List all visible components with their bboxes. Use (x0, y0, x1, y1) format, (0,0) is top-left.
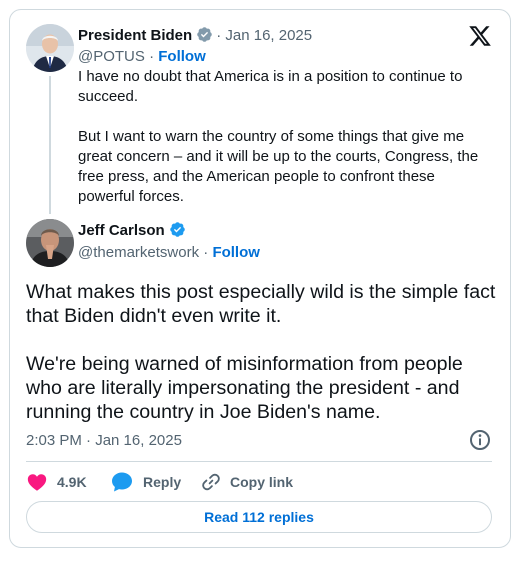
tweet-paragraph: I have no doubt that America is in a pos… (78, 68, 463, 105)
tweet-paragraph: What makes this post especially wild is … (26, 281, 496, 327)
main-tweet-text: What makes this post especially wild is … (26, 280, 496, 424)
info-icon[interactable] (468, 428, 492, 452)
tweet-date[interactable]: Jan 16, 2025 (225, 27, 312, 44)
verified-badge-icon (197, 27, 212, 42)
main-tweet-header: Jeff Carlson (78, 221, 189, 241)
read-replies-label: Read 112 replies (204, 509, 314, 525)
separator-dot: · (149, 48, 155, 65)
reply-button[interactable]: Reply (110, 469, 181, 495)
tweet-timestamp[interactable]: 2:03 PM · Jan 16, 2025 (26, 431, 182, 451)
copy-link-label: Copy link (230, 474, 294, 490)
avatar-jeff-carlson[interactable] (26, 219, 74, 267)
x-logo-icon[interactable] (468, 24, 492, 48)
copy-link-button[interactable]: Copy link (200, 469, 293, 495)
separator-dot: · (203, 244, 209, 261)
likes-count: 4.9K (57, 474, 87, 490)
read-replies-button[interactable]: Read 112 replies (26, 501, 492, 533)
tweet-paragraph: But I want to warn the country of some t… (78, 128, 479, 205)
link-icon (202, 473, 220, 491)
follow-button[interactable]: Follow (158, 48, 206, 65)
author-handle[interactable]: @POTUS (78, 48, 145, 65)
author-handle[interactable]: @themarketswork (78, 244, 199, 261)
verified-badge-icon (169, 222, 185, 237)
heart-icon (27, 474, 47, 491)
author-name[interactable]: Jeff Carlson (78, 222, 165, 239)
separator-dot: · (216, 27, 222, 44)
speech-bubble-icon (112, 472, 132, 492)
main-handle-row: @themarketswork · Follow (78, 243, 260, 263)
parent-tweet-text: I have no doubt that America is in a pos… (78, 67, 494, 207)
reply-label: Reply (143, 474, 182, 490)
author-name[interactable]: President Biden (78, 27, 192, 44)
parent-handle-row: @POTUS · Follow (78, 47, 206, 67)
tweet-paragraph: We're being warned of misinformation fro… (26, 353, 463, 423)
like-button[interactable]: 4.9K (26, 469, 87, 495)
thread-connector-line (49, 76, 51, 214)
follow-button[interactable]: Follow (212, 244, 260, 261)
avatar-president-biden[interactable] (26, 24, 74, 72)
parent-tweet-header: President Biden · Jan 16, 2025 (78, 26, 312, 46)
divider (26, 461, 492, 462)
